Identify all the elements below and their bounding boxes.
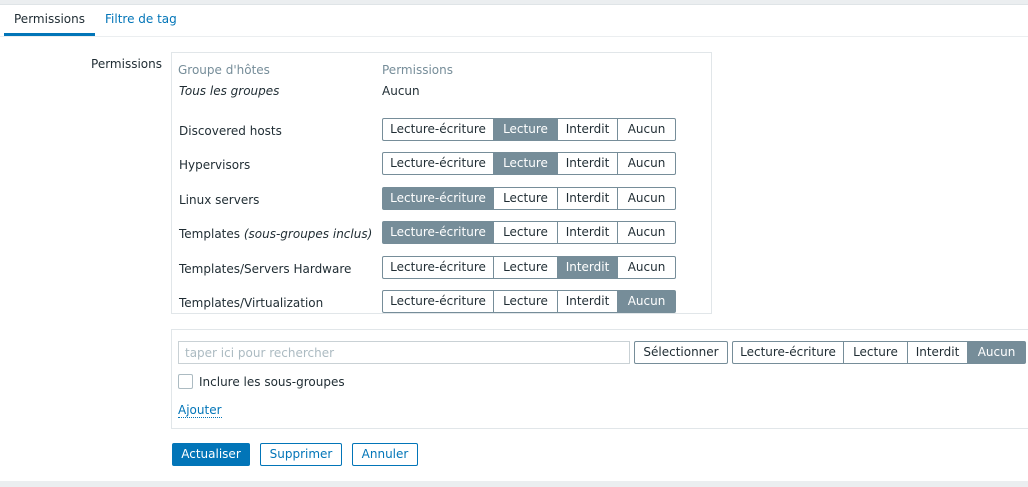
permission-toggle: Lecture-écriture Lecture Interdit Aucun	[382, 187, 676, 210]
host-group-name: Templates/Virtualization	[179, 296, 323, 310]
permission-option-interdit[interactable]: Interdit	[557, 153, 617, 174]
permission-option-lecture[interactable]: Lecture	[493, 188, 557, 209]
host-group-name-text: Templates/Virtualization	[179, 296, 324, 310]
permission-option-interdit[interactable]: Interdit	[557, 257, 617, 278]
host-group-name: Templates (sous-groupes inclus)	[179, 227, 372, 241]
column-header-permissions: Permissions	[382, 63, 453, 77]
permission-option-interdit[interactable]: Interdit	[557, 291, 617, 312]
permission-option-aucun[interactable]: Aucun	[617, 153, 675, 174]
permission-option-aucun[interactable]: Aucun	[617, 222, 675, 243]
host-group-name: Hypervisors	[179, 158, 250, 172]
permission-option-aucun[interactable]: Aucun	[617, 291, 675, 312]
host-group-name-text: Templates	[179, 227, 241, 241]
permission-option-lecture[interactable]: Lecture	[493, 153, 557, 174]
permission-option-aucun[interactable]: Aucun	[617, 188, 675, 209]
permission-option-lecture-ecriture[interactable]: Lecture-écriture	[383, 291, 493, 312]
update-button[interactable]: Actualiser	[172, 443, 250, 466]
subgroups-included-note: (sous-groupes inclus)	[243, 227, 373, 241]
permission-option-lecture[interactable]: Lecture	[493, 291, 557, 312]
include-subgroups-checkbox[interactable]	[178, 374, 193, 389]
cancel-button[interactable]: Annuler	[352, 443, 418, 466]
permission-option-lecture-ecriture[interactable]: Lecture-écriture	[383, 153, 493, 174]
select-button[interactable]: Sélectionner	[634, 341, 728, 364]
host-group-name-text: Templates/Servers Hardware	[179, 262, 352, 276]
column-header-host-group: Groupe d'hôtes	[178, 63, 270, 77]
new-permission-toggle: Lecture-écriture Lecture Interdit Aucun	[732, 341, 1026, 364]
permission-option-lecture[interactable]: Lecture	[493, 257, 557, 278]
all-groups-value: Aucun	[382, 84, 420, 98]
tab-permissions[interactable]: Permissions	[4, 5, 95, 36]
host-group-name: Templates/Servers Hardware	[179, 262, 351, 276]
host-group-search-input[interactable]	[178, 341, 630, 364]
permission-option-lecture[interactable]: Lecture	[493, 222, 557, 243]
host-group-name-text: Hypervisors	[179, 158, 251, 172]
include-subgroups-label: Inclure les sous-groupes	[199, 375, 345, 389]
permission-option-lecture-ecriture[interactable]: Lecture-écriture	[383, 257, 493, 278]
delete-button[interactable]: Supprimer	[260, 443, 342, 466]
add-link[interactable]: Ajouter	[178, 403, 222, 418]
tabs-divider	[0, 36, 1028, 37]
permission-toggle: Lecture-écriture Lecture Interdit Aucun	[382, 290, 676, 313]
permission-option-aucun[interactable]: Aucun	[617, 119, 675, 140]
permission-option-interdit[interactable]: Interdit	[557, 119, 617, 140]
permissions-table: Groupe d'hôtes Permissions Tous les grou…	[171, 52, 712, 314]
host-group-name: Linux servers	[179, 193, 259, 207]
permission-option-interdit[interactable]: Interdit	[557, 222, 617, 243]
permission-toggle: Lecture-écriture Lecture Interdit Aucun	[382, 221, 676, 244]
permission-option-lecture-ecriture[interactable]: Lecture-écriture	[383, 222, 493, 243]
permission-toggle: Lecture-écriture Lecture Interdit Aucun	[382, 256, 676, 279]
all-groups-label: Tous les groupes	[179, 84, 280, 98]
host-group-name-text: Discovered hosts	[179, 124, 282, 138]
tab-tag-filter[interactable]: Filtre de tag	[95, 5, 187, 34]
add-permission-section: Sélectionner Lecture-écritureLectureInte…	[171, 329, 1028, 429]
permission-toggle: Lecture-écriture Lecture Interdit Aucun	[382, 118, 676, 141]
permission-toggle: Lecture-écriture Lecture Interdit Aucun	[382, 152, 676, 175]
host-group-name: Discovered hosts	[179, 124, 282, 138]
permission-option-lecture-ecriture[interactable]: Lecture-écriture	[383, 188, 493, 209]
new-permission-option-lecture-ecriture[interactable]: Lecture-écriture	[733, 342, 843, 363]
user-group-form-panel: Permissions Filtre de tag Permissions Gr…	[0, 4, 1028, 481]
permission-option-lecture[interactable]: Lecture	[493, 119, 557, 140]
new-permission-option-interdit[interactable]: Interdit	[907, 342, 967, 363]
permission-option-interdit[interactable]: Interdit	[557, 188, 617, 209]
new-permission-option-aucun[interactable]: Aucun	[967, 342, 1025, 363]
host-group-name-text: Linux servers	[179, 193, 260, 207]
permission-option-lecture-ecriture[interactable]: Lecture-écriture	[383, 119, 493, 140]
permissions-field-label: Permissions	[91, 57, 162, 71]
new-permission-option-lecture[interactable]: Lecture	[843, 342, 907, 363]
permission-option-aucun[interactable]: Aucun	[617, 257, 675, 278]
